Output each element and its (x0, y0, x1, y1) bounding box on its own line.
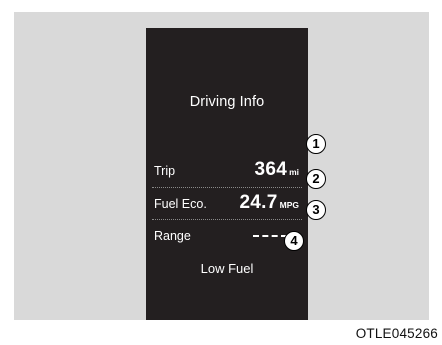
trip-row: Trip 364 mi (146, 158, 308, 184)
row-divider (152, 219, 302, 220)
range-label: Range (154, 229, 191, 243)
fuel-economy-row: Fuel Eco. 24.7 MPG (146, 191, 308, 217)
fuel-economy-value: 24.7 (239, 192, 278, 213)
row-divider (152, 187, 302, 188)
callout-4: 4 (284, 231, 304, 251)
trip-unit: mi (289, 167, 299, 177)
range-row: Range mi (146, 223, 308, 249)
cluster-display: Driving Info Trip 364 mi Fuel Eco. 24.7 MP… (146, 28, 308, 320)
low-fuel-warning: Low Fuel (200, 261, 254, 276)
fuel-economy-value-group: 24.7 MPG (239, 192, 299, 214)
range-value (253, 234, 288, 237)
trip-value: 364 (254, 159, 288, 180)
fuel-economy-unit: MPG (279, 200, 299, 210)
fuel-economy-label: Fuel Eco. (154, 197, 207, 211)
callout-3: 3 (306, 200, 326, 220)
callout-2: 2 (306, 169, 326, 189)
callout-1: 1 (306, 134, 326, 154)
figure-code: OTLE045266 (355, 326, 438, 341)
trip-label: Trip (154, 164, 176, 178)
trip-value-group: 364 mi (254, 159, 299, 181)
display-title: Driving Info (189, 94, 265, 110)
